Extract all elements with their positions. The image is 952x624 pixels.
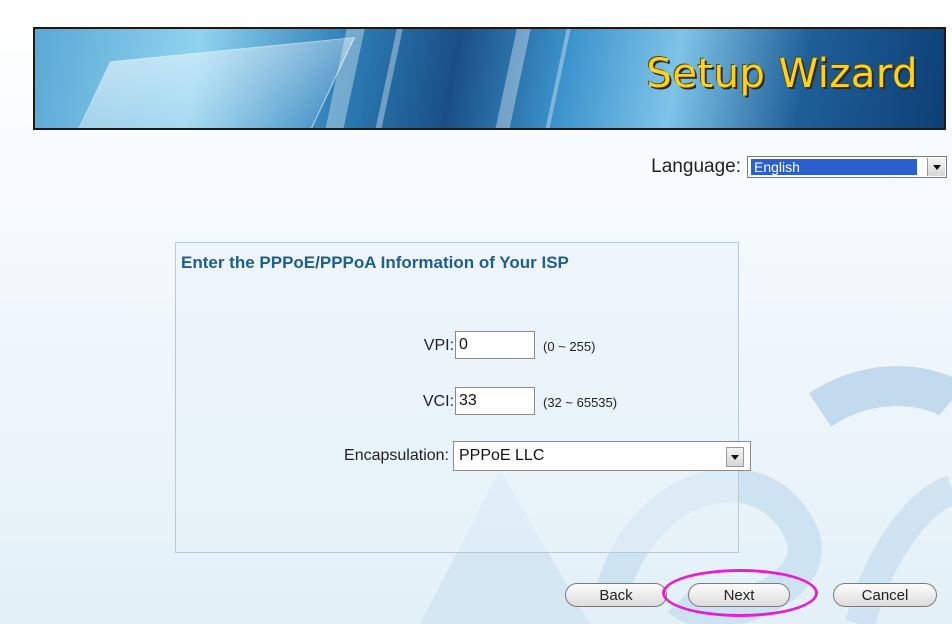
chevron-down-icon [932,164,941,170]
vci-label: VCI: [422,393,454,410]
banner-light-streak [371,29,405,128]
banner-light-streak [541,29,573,128]
page-title: Setup Wizard [646,51,918,97]
encapsulation-label: Encapsulation: [344,447,449,464]
back-button[interactable]: Back [565,583,667,607]
vci-range: (32 ~ 65535) [543,395,618,410]
vpi-input[interactable] [455,331,535,359]
cancel-button[interactable]: Cancel [833,583,937,607]
language-label: Language: [651,156,741,177]
banner-light-streak [491,29,533,128]
next-button[interactable]: Next [688,583,790,607]
language-row: Language: English [651,155,947,179]
panel-title: Enter the PPPoE/PPPoA Information of You… [181,253,569,272]
vpi-label: VPI: [423,337,454,354]
vpi-range: (0 ~ 255) [543,339,596,354]
isp-info-panel: Enter the PPPoE/PPPoA Information of You… [175,242,751,553]
encapsulation-selected-value: PPPoE LLC [459,447,545,464]
language-select[interactable]: English [747,156,947,178]
language-selected-value: English [751,159,917,175]
setup-wizard-banner: Setup Wizard [33,27,946,130]
laptop-graphic [67,37,355,128]
encapsulation-dropdown-button[interactable] [726,447,744,467]
vci-input[interactable] [455,387,535,415]
language-dropdown-button[interactable] [927,158,945,176]
chevron-down-icon [731,454,739,460]
encapsulation-select[interactable]: PPPoE LLC [453,441,751,471]
